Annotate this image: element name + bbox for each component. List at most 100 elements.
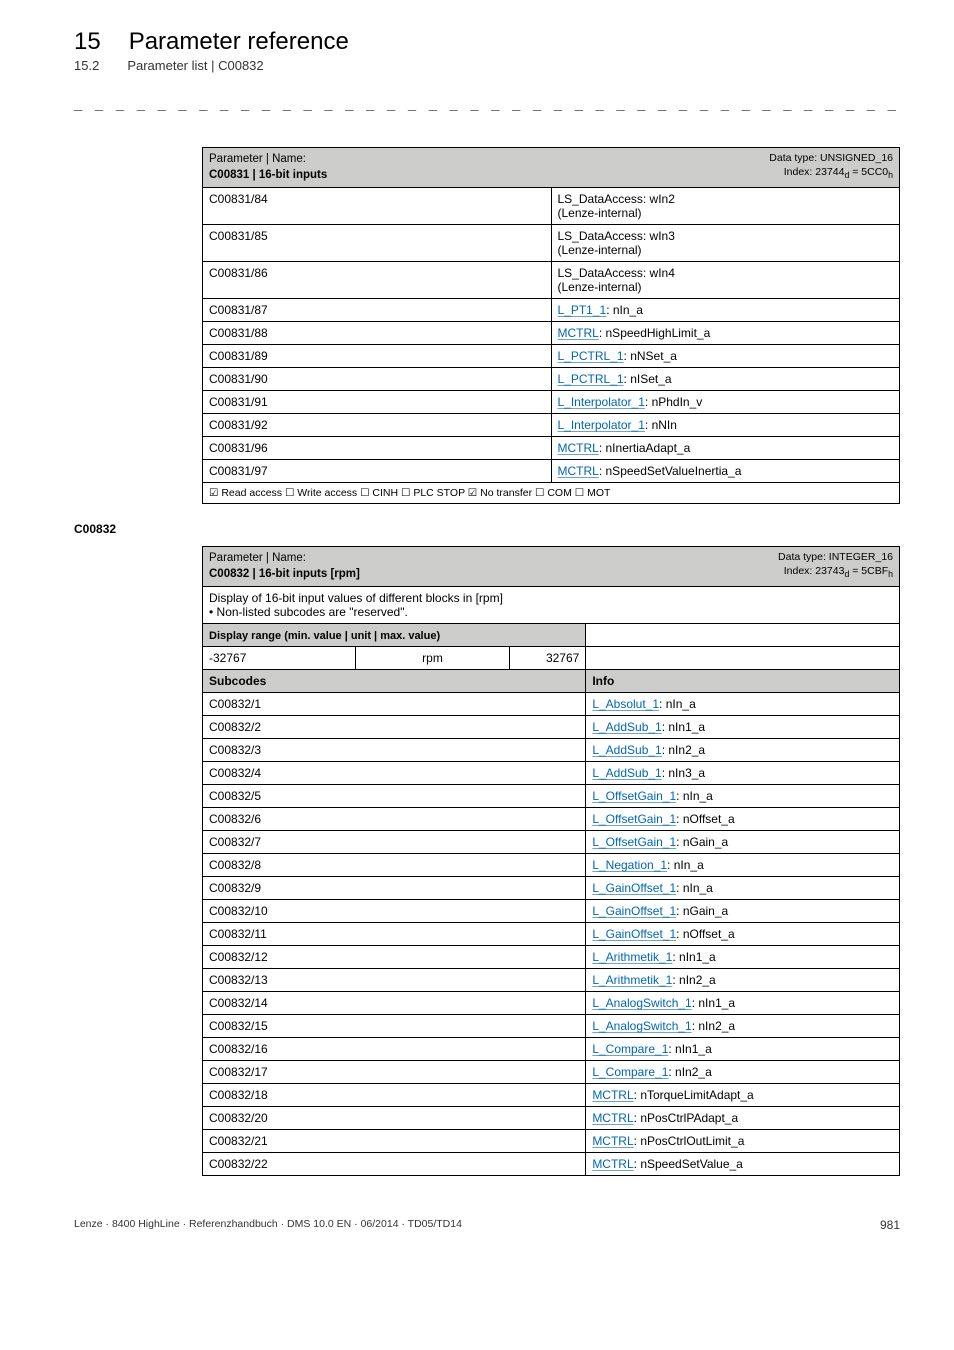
table2-param-name: C00832 | 16-bit inputs [rpm]: [209, 568, 360, 580]
table-row: C00832/14L_AnalogSwitch_1: nIn1_a: [203, 992, 900, 1015]
param-value: L_Compare_1: nIn2_a: [586, 1061, 900, 1084]
param-code: C00831/90: [203, 368, 552, 391]
param-value: L_PT1_1: nIn_a: [551, 299, 900, 322]
param-code: C00832/18: [203, 1084, 586, 1107]
link[interactable]: MCTRL: [558, 326, 599, 340]
table2-description: Display of 16-bit input values of differ…: [203, 587, 900, 624]
link[interactable]: L_Interpolator_1: [558, 395, 645, 409]
param-value: L_Interpolator_1: nNIn: [551, 414, 900, 437]
link[interactable]: MCTRL: [558, 441, 599, 455]
table-row: C00831/84LS_DataAccess: wIn2 (Lenze-inte…: [203, 188, 900, 225]
table-row: C00832/2L_AddSub_1: nIn1_a: [203, 716, 900, 739]
param-code: C00832/3: [203, 739, 586, 762]
table2-index-a: Index: 23743: [784, 565, 845, 577]
param-code: C00832/12: [203, 946, 586, 969]
param-code: C00832/14: [203, 992, 586, 1015]
param-code: C00832/20: [203, 1107, 586, 1130]
link[interactable]: L_Arithmetik_1: [592, 973, 672, 987]
link[interactable]: L_Absolut_1: [592, 697, 659, 711]
link[interactable]: MCTRL: [592, 1134, 633, 1148]
link[interactable]: L_PT1_1: [558, 303, 607, 317]
table-row: C00831/89L_PCTRL_1: nNSet_a: [203, 345, 900, 368]
link[interactable]: L_PCTRL_1: [558, 349, 624, 363]
param-code: C00832/17: [203, 1061, 586, 1084]
table2-datatype: Data type: INTEGER_16: [778, 551, 893, 563]
param-code: C00831/92: [203, 414, 552, 437]
link[interactable]: MCTRL: [592, 1157, 633, 1171]
table-row: C00831/85LS_DataAccess: wIn3 (Lenze-inte…: [203, 225, 900, 262]
link[interactable]: L_AnalogSwitch_1: [592, 1019, 691, 1033]
link[interactable]: L_Compare_1: [592, 1042, 668, 1056]
display-range-label: Display range (min. value | unit | max. …: [209, 630, 440, 642]
link[interactable]: L_AddSub_1: [592, 766, 661, 780]
param-code: C00832/6: [203, 808, 586, 831]
table-row: C00831/87L_PT1_1: nIn_a: [203, 299, 900, 322]
param-code: C00832/1: [203, 693, 586, 716]
link[interactable]: L_OffsetGain_1: [592, 812, 676, 826]
param-code: C00831/85: [203, 225, 552, 262]
range-min: -32767: [203, 647, 356, 670]
table2-desc-bullet: • Non-listed subcodes are "reserved".: [209, 605, 408, 619]
table1-param-name: C00831 | 16-bit inputs: [209, 169, 327, 181]
range-empty: [586, 647, 900, 670]
param-code: C00831/96: [203, 437, 552, 460]
link[interactable]: L_Compare_1: [592, 1065, 668, 1079]
table-row: C00832/1L_Absolut_1: nIn_a: [203, 693, 900, 716]
table1-header: Data type: UNSIGNED_16 Index: 23744d = 5…: [203, 148, 900, 188]
table-c00831: Data type: UNSIGNED_16 Index: 23744d = 5…: [202, 147, 900, 504]
param-code: C00832/5: [203, 785, 586, 808]
link[interactable]: L_GainOffset_1: [592, 927, 676, 941]
table1-param-label: Parameter | Name:: [209, 153, 306, 165]
link[interactable]: L_Interpolator_1: [558, 418, 645, 432]
section-number: 15.2: [74, 58, 99, 73]
link[interactable]: L_Arithmetik_1: [592, 950, 672, 964]
table-row: C00832/9L_GainOffset_1: nIn_a: [203, 877, 900, 900]
param-value: MCTRL: nSpeedSetValue_a: [586, 1153, 900, 1176]
table-row: C00832/13L_Arithmetik_1: nIn2_a: [203, 969, 900, 992]
param-value: L_Absolut_1: nIn_a: [586, 693, 900, 716]
link[interactable]: L_OffsetGain_1: [592, 835, 676, 849]
link[interactable]: MCTRL: [592, 1111, 633, 1125]
link[interactable]: MCTRL: [592, 1088, 633, 1102]
param-code: C00831/88: [203, 322, 552, 345]
link[interactable]: MCTRL: [558, 464, 599, 478]
link[interactable]: L_OffsetGain_1: [592, 789, 676, 803]
link[interactable]: L_AddSub_1: [592, 720, 661, 734]
table-row: C00832/20MCTRL: nPosCtrlPAdapt_a: [203, 1107, 900, 1130]
table-row: C00832/6L_OffsetGain_1: nOffset_a: [203, 808, 900, 831]
table-row: C00832/21MCTRL: nPosCtrlOutLimit_a: [203, 1130, 900, 1153]
param-code: C00832/4: [203, 762, 586, 785]
param-value: L_Arithmetik_1: nIn2_a: [586, 969, 900, 992]
link[interactable]: L_PCTRL_1: [558, 372, 624, 386]
param-code: C00831/87: [203, 299, 552, 322]
chapter-number: 15: [74, 28, 101, 56]
param-code: C00832/15: [203, 1015, 586, 1038]
table-row: C00832/8L_Negation_1: nIn_a: [203, 854, 900, 877]
param-code: C00831/91: [203, 391, 552, 414]
param-code: C00832/2: [203, 716, 586, 739]
link[interactable]: L_Negation_1: [592, 858, 667, 872]
footer-left: Lenze · 8400 HighLine · Referenzhandbuch…: [74, 1218, 462, 1232]
param-value: MCTRL: nSpeedHighLimit_a: [551, 322, 900, 345]
section-title: Parameter list | C00832: [127, 58, 263, 73]
param-value: MCTRL: nTorqueLimitAdapt_a: [586, 1084, 900, 1107]
display-range-empty: [586, 624, 900, 647]
table-row: C00831/91L_Interpolator_1: nPhdIn_v: [203, 391, 900, 414]
table2-index-b: = 5CBF: [849, 565, 888, 577]
table-row: C00831/90L_PCTRL_1: nISet_a: [203, 368, 900, 391]
param-code: C00832/16: [203, 1038, 586, 1061]
table-row: C00831/88MCTRL: nSpeedHighLimit_a: [203, 322, 900, 345]
table2-desc-line1: Display of 16-bit input values of differ…: [209, 591, 503, 605]
param-value: LS_DataAccess: wIn3 (Lenze-internal): [551, 225, 900, 262]
param-code: C00831/97: [203, 460, 552, 483]
link[interactable]: L_GainOffset_1: [592, 904, 676, 918]
table1-access-footer: ☑ Read access ☐ Write access ☐ CINH ☐ PL…: [203, 483, 900, 504]
param-value: L_AddSub_1: nIn3_a: [586, 762, 900, 785]
table-row: C00832/12L_Arithmetik_1: nIn1_a: [203, 946, 900, 969]
anchor-c00832: C00832: [74, 522, 906, 536]
link[interactable]: L_AnalogSwitch_1: [592, 996, 691, 1010]
table-row: C00832/18MCTRL: nTorqueLimitAdapt_a: [203, 1084, 900, 1107]
link[interactable]: L_AddSub_1: [592, 743, 661, 757]
table-row: C00832/3L_AddSub_1: nIn2_a: [203, 739, 900, 762]
link[interactable]: L_GainOffset_1: [592, 881, 676, 895]
